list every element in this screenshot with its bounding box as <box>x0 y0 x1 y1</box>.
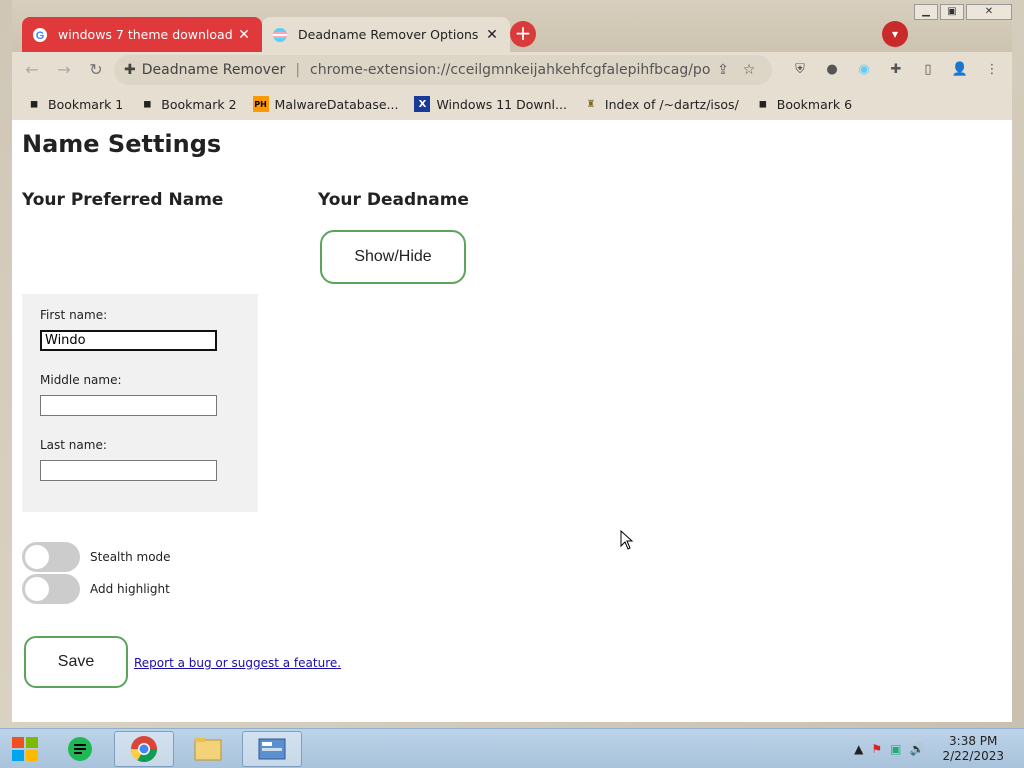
extensions-puzzle-icon[interactable]: ✚ <box>882 56 910 84</box>
trans-flag-icon <box>273 27 287 42</box>
menu-dots-icon[interactable]: ⋮ <box>978 56 1006 84</box>
bookmark-item[interactable]: ◼ Bookmark 1 <box>26 96 123 112</box>
bookmark-icon: ◼ <box>143 98 152 110</box>
mouse-cursor-icon <box>620 530 634 550</box>
minimize-button[interactable]: ▁ <box>914 4 938 20</box>
notes-app-icon <box>68 736 92 761</box>
toggle-knob <box>25 545 49 569</box>
bookmark-item[interactable]: PH MalwareDatabase... <box>252 96 399 112</box>
report-bug-link[interactable]: Report a bug or suggest a feature. <box>134 656 341 670</box>
bookmark-item[interactable]: ♜ Index of /~dartz/isos/ <box>583 96 739 112</box>
network-icon[interactable]: ▣ <box>890 742 901 756</box>
middle-name-field[interactable] <box>40 395 217 416</box>
bookmark-item[interactable]: ◼ Bookmark 2 <box>139 96 236 112</box>
divider: | <box>295 62 301 78</box>
taskbar-notes-app[interactable] <box>50 731 110 767</box>
ph-icon: PH <box>252 96 269 112</box>
add-highlight-toggle[interactable] <box>22 574 80 604</box>
x-icon: X <box>414 96 431 112</box>
bookmark-label: Bookmark 1 <box>48 96 124 112</box>
start-button[interactable] <box>0 729 50 768</box>
bookmark-label: Index of /~dartz/isos/ <box>604 96 739 112</box>
add-highlight-label: Add highlight <box>90 582 170 596</box>
star-icon[interactable]: ☆ <box>736 62 762 78</box>
first-name-label: First name: <box>40 308 108 322</box>
address-bar[interactable]: ✚ Deadname Remover | chrome-extension://… <box>114 55 772 85</box>
folder-icon <box>194 737 222 760</box>
tab-title: Deadname Remover Options <box>298 27 479 42</box>
trans-flag-extension-icon[interactable]: ◉ <box>850 56 878 84</box>
forward-button[interactable]: → <box>50 56 78 84</box>
new-tab-button[interactable]: + <box>510 21 536 47</box>
windows-taskbar: ▲ ⚑ ▣ 🔊 3:38 PM 2/22/2023 <box>0 728 1024 768</box>
browser-toolbar: ← → ↻ ✚ Deadname Remover | chrome-extens… <box>12 52 1012 88</box>
share-icon[interactable]: ⇪ <box>710 62 736 78</box>
clock[interactable]: 3:38 PM 2/22/2023 <box>942 734 1004 764</box>
toggle-knob <box>25 577 49 601</box>
google-icon: G <box>33 27 47 42</box>
bookmark-label: Bookmark 6 <box>776 96 853 112</box>
add-highlight-row: Add highlight <box>22 574 170 604</box>
last-name-field[interactable] <box>40 460 217 481</box>
stealth-mode-label: Stealth mode <box>90 550 171 564</box>
maximize-button[interactable]: ▣ <box>940 4 964 20</box>
taskbar-chrome[interactable] <box>114 730 174 767</box>
bookmark-label: MalwareDatabase... <box>274 96 399 112</box>
system-tray: ▲ ⚑ ▣ 🔊 3:38 PM 2/22/2023 <box>854 734 1024 764</box>
tab-deadname-remover[interactable]: Deadname Remover Options ✕ <box>262 17 510 52</box>
last-name-label: Last name: <box>40 438 107 452</box>
puzzle-icon: ✚ <box>124 62 136 78</box>
bookmark-item[interactable]: X Windows 11 Downl... <box>414 96 567 112</box>
tab-search-button[interactable]: ▾ <box>882 21 908 47</box>
url-text: chrome-extension://cceilgmnkeijahkehfcgf… <box>310 62 710 78</box>
bookmarks-bar: ◼ Bookmark 1 ◼ Bookmark 2 PH MalwareDatabas… <box>12 88 1012 120</box>
bookmark-icon: ◼ <box>758 98 767 110</box>
back-button[interactable]: ← <box>18 56 46 84</box>
control-panel-icon <box>258 738 286 759</box>
page-title: Name Settings <box>22 130 222 158</box>
stealth-mode-row: Stealth mode <box>22 542 171 572</box>
extension-name: Deadname Remover <box>141 62 286 78</box>
tab-close-icon[interactable]: ✕ <box>236 27 252 43</box>
bookmark-item[interactable]: ◼ Bookmark 6 <box>755 96 852 112</box>
window-controls: ▁ ▣ ✕ <box>914 4 1012 20</box>
close-window-button[interactable]: ✕ <box>966 4 1012 20</box>
bookmark-label: Bookmark 2 <box>161 96 237 112</box>
ublock-icon[interactable]: ⛨ <box>786 56 814 84</box>
extension-avatar-icon[interactable]: ● <box>818 56 846 84</box>
tab-strip: G windows 7 theme download - G ✕ Deadnam… <box>12 0 1012 52</box>
tab-close-icon[interactable]: ✕ <box>484 27 500 43</box>
tab-google-search[interactable]: G windows 7 theme download - G ✕ <box>22 17 262 52</box>
clock-date: 2/22/2023 <box>942 748 1004 763</box>
preferred-name-heading: Your Preferred Name <box>22 190 224 210</box>
taskbar-control-panel[interactable] <box>242 730 302 767</box>
preferred-name-form: First name: Middle name: Last name: <box>22 294 258 512</box>
chrome-icon <box>130 735 158 762</box>
stealth-mode-toggle[interactable] <box>22 542 80 572</box>
clock-time: 3:38 PM <box>949 733 998 748</box>
bookmark-icon: ◼ <box>29 98 39 110</box>
windows-logo-icon <box>12 736 38 761</box>
page-content: Name Settings Your Preferred Name Your D… <box>12 120 1012 722</box>
show-hidden-icons-icon[interactable]: ▲ <box>854 742 863 756</box>
deadname-heading: Your Deadname <box>318 190 469 210</box>
taskbar-file-explorer[interactable] <box>178 731 238 767</box>
middle-name-label: Middle name: <box>40 373 122 387</box>
reload-button[interactable]: ↻ <box>82 56 110 84</box>
show-hide-button[interactable]: Show/Hide <box>320 230 466 284</box>
browser-window: G windows 7 theme download - G ✕ Deadnam… <box>12 0 1012 722</box>
volume-icon[interactable]: 🔊 <box>910 742 925 756</box>
save-button[interactable]: Save <box>24 636 128 688</box>
bookmark-label: Windows 11 Downl... <box>436 96 567 112</box>
profile-icon[interactable]: 👤 <box>946 56 974 84</box>
tab-title: windows 7 theme download - G <box>58 27 236 42</box>
first-name-field[interactable] <box>40 330 217 351</box>
side-panel-icon[interactable]: ▯ <box>914 56 942 84</box>
svg-text:G: G <box>36 30 45 42</box>
action-center-flag-icon[interactable]: ⚑ <box>871 742 882 756</box>
folder-tree-icon: ♜ <box>586 98 596 110</box>
